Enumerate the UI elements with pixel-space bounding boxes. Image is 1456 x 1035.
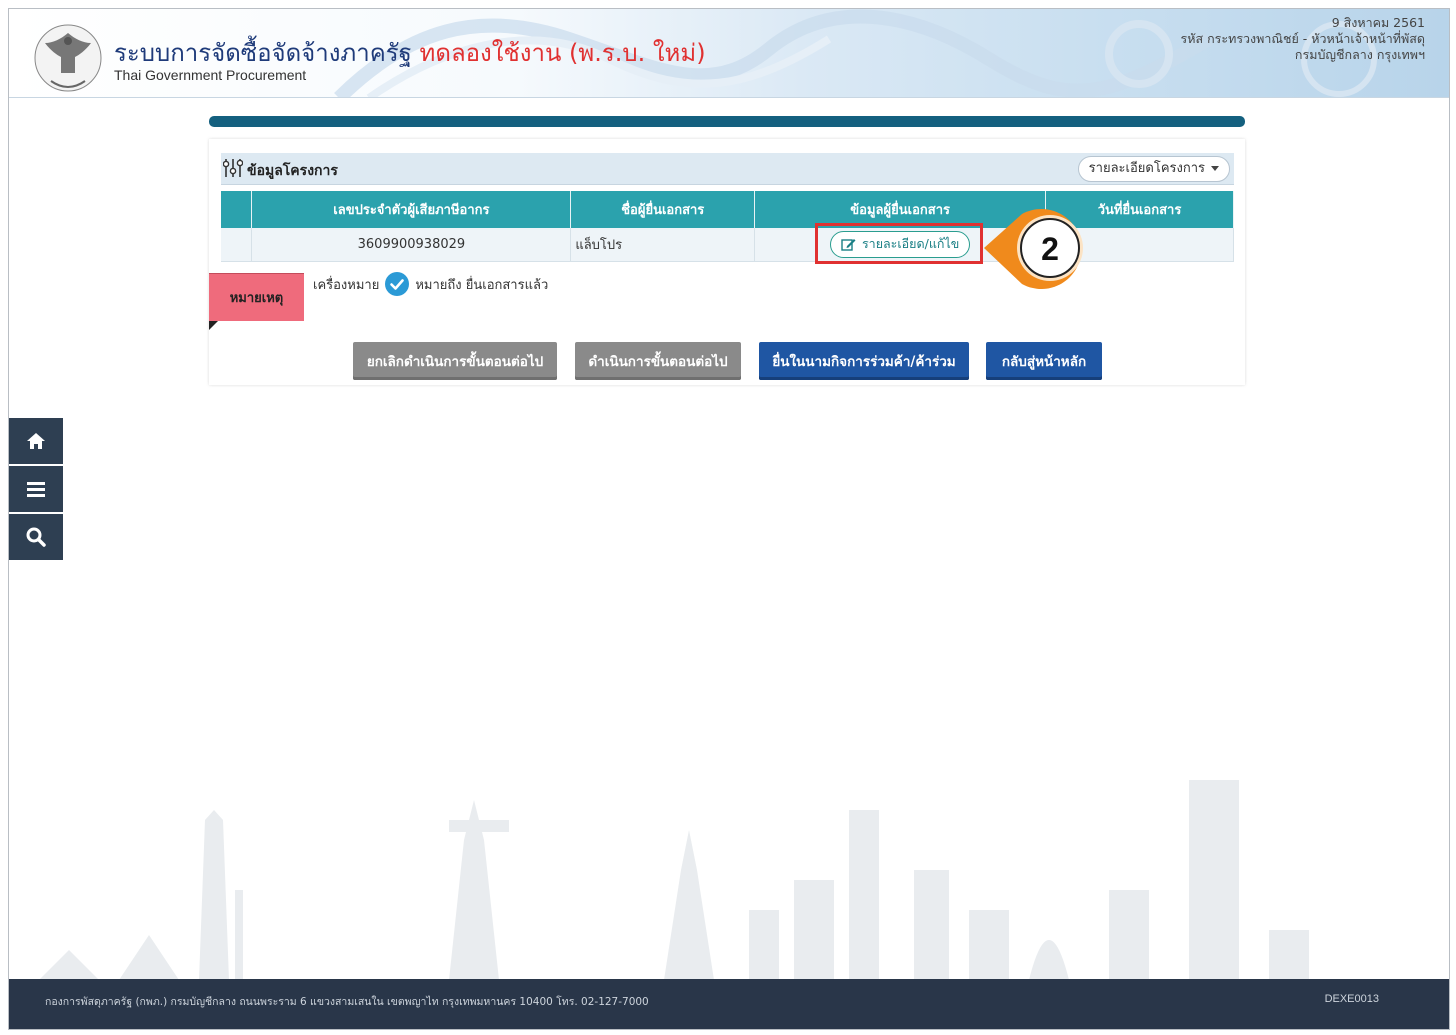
- current-date: 9 สิงหาคม 2561: [1331, 15, 1425, 30]
- joint-venture-button[interactable]: ยื่นในนามกิจการร่วมค้า/ค้าร่วม: [759, 342, 969, 380]
- city-skyline: [39, 780, 1309, 980]
- app-subtitle: Thai Government Procurement: [114, 67, 307, 83]
- app-title-text: ระบบการจัดซื้อจัดจ้างภาครัฐ: [114, 39, 412, 67]
- edit-icon: [841, 239, 856, 251]
- row-status-cell: [221, 228, 253, 262]
- check-circle-icon: [385, 272, 410, 296]
- home-button[interactable]: [9, 418, 63, 466]
- garuda-logo: [31, 21, 105, 95]
- menu-icon: [27, 482, 45, 497]
- column-header-submitter-name: ชื่อผู้ยื่นเอกสาร: [570, 191, 756, 228]
- menu-button[interactable]: [9, 466, 63, 514]
- project-details-label: รายละเอียดโครงการ: [1088, 161, 1205, 176]
- column-header-blank: [221, 191, 253, 228]
- submitter-name-cell: แล็บโปร: [570, 228, 756, 262]
- user-department: กรมบัญชีกลาง กรุงเทพฯ: [1294, 47, 1425, 62]
- cancel-next-step-button[interactable]: ยกเลิกดำเนินการขั้นตอนต่อไป: [353, 342, 557, 380]
- search-icon: [26, 527, 46, 547]
- back-home-button[interactable]: กลับสู่หน้าหลัก: [986, 342, 1102, 380]
- project-details-dropdown[interactable]: รายละเอียดโครงการ: [1077, 156, 1230, 182]
- user-info: 9 สิงหาคม 2561 รหัส กระทรวงพาณิชย์ - หัว…: [1181, 15, 1425, 63]
- sliders-icon: [223, 159, 243, 177]
- side-nav: [9, 418, 63, 562]
- legend: เครื่องหมาย หมายถึง ยื่นเอกสารแล้ว: [313, 272, 548, 296]
- proceed-next-step-button[interactable]: ดำเนินการขั้นตอนต่อไป: [575, 342, 741, 380]
- page-code: DEXE0013: [1324, 993, 1379, 1005]
- details-edit-button[interactable]: รายละเอียด/แก้ไข: [829, 230, 971, 258]
- user-role: รหัส กระทรวงพาณิชย์ - หัวหน้าเจ้าหน้าที่…: [1180, 31, 1425, 46]
- column-header-tax-id: เลขประจำตัวผู้เสียภาษีอากร: [251, 191, 572, 228]
- legend-text: หมายถึง ยื่นเอกสารแล้ว: [415, 277, 549, 293]
- legend-prefix: เครื่องหมาย: [313, 277, 380, 293]
- note-tag-fold: [209, 321, 218, 330]
- progress-bar: [209, 116, 1245, 127]
- page-footer: กองการพัสดุภาครัฐ (กพภ.) กรมบัญชีกลาง ถน…: [9, 979, 1449, 1030]
- search-button[interactable]: [9, 514, 63, 562]
- app-header: ระบบการจัดซื้อจัดจ้างภาครัฐ ทดลองใช้งาน …: [9, 9, 1449, 98]
- home-icon: [27, 433, 45, 449]
- action-bar: ยกเลิกดำเนินการขั้นตอนต่อไป ดำเนินการขั้…: [209, 342, 1245, 382]
- note-tag: หมายเหตุ: [209, 273, 304, 321]
- details-edit-label: รายละเอียด/แก้ไข: [861, 236, 960, 252]
- step-callout: 2: [984, 209, 1083, 289]
- panel-title: ข้อมูลโครงการ: [247, 163, 338, 179]
- callout-number: 2: [1041, 231, 1059, 267]
- panel-header: ข้อมูลโครงการ รายละเอียดโครงการ: [221, 153, 1234, 185]
- trial-label: ทดลองใช้งาน (พ.ร.บ. ใหม่): [419, 39, 706, 67]
- caret-down-icon: [1211, 166, 1219, 171]
- footer-address: กองการพัสดุภาครัฐ (กพภ.) กรมบัญชีกลาง ถน…: [45, 996, 649, 1008]
- tax-id-cell: 3609900938029: [251, 228, 572, 262]
